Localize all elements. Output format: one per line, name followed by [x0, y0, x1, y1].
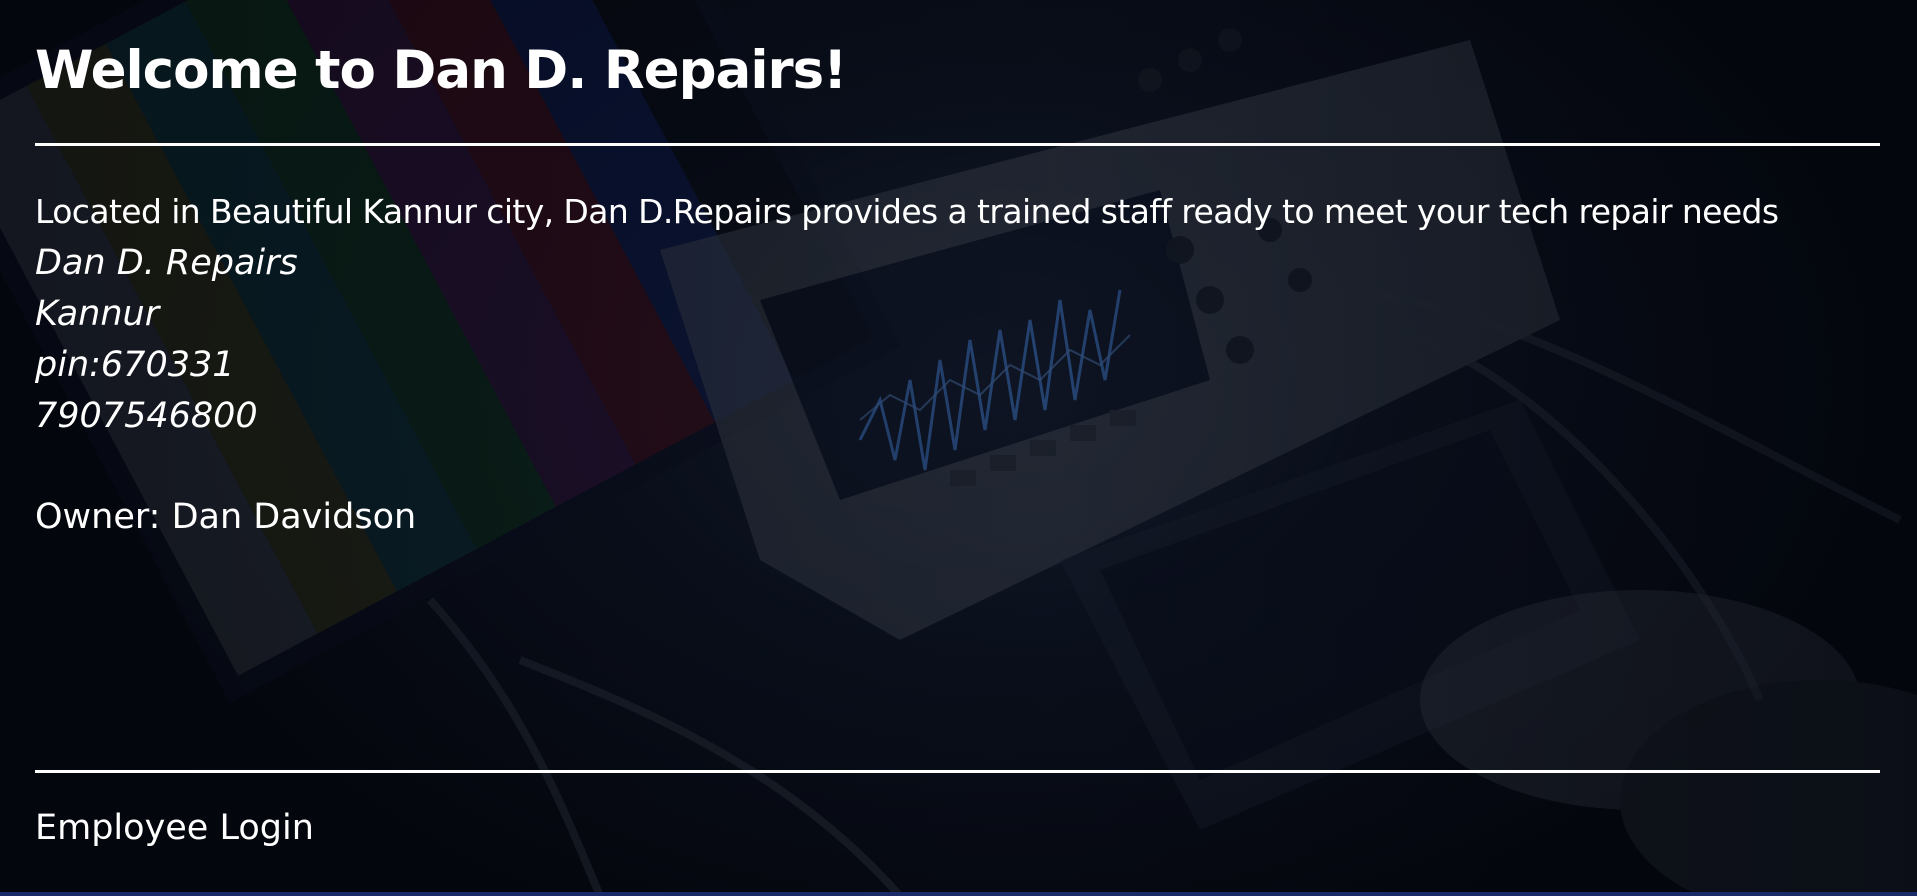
phone-number: 7907546800	[35, 396, 258, 436]
page: Welcome to Dan D. Repairs! Located in Be…	[0, 0, 1917, 896]
bottom-divider	[35, 770, 1880, 773]
business-name: Dan D. Repairs	[35, 243, 298, 283]
page-title: Welcome to Dan D. Repairs!	[35, 40, 847, 101]
background-overlay	[0, 0, 1917, 896]
top-divider	[35, 143, 1880, 146]
intro-text: Located in Beautiful Kannur city, Dan D.…	[35, 192, 1779, 231]
address-pin: pin:670331	[35, 345, 235, 385]
employee-login-link[interactable]: Employee Login	[35, 804, 314, 852]
address-city: Kannur	[35, 294, 160, 334]
business-address: Dan D. Repairs Kannur pin:670331 7907546…	[35, 238, 298, 442]
owner-text: Owner: Dan Davidson	[35, 497, 417, 537]
bottom-accent-strip	[0, 892, 1917, 896]
